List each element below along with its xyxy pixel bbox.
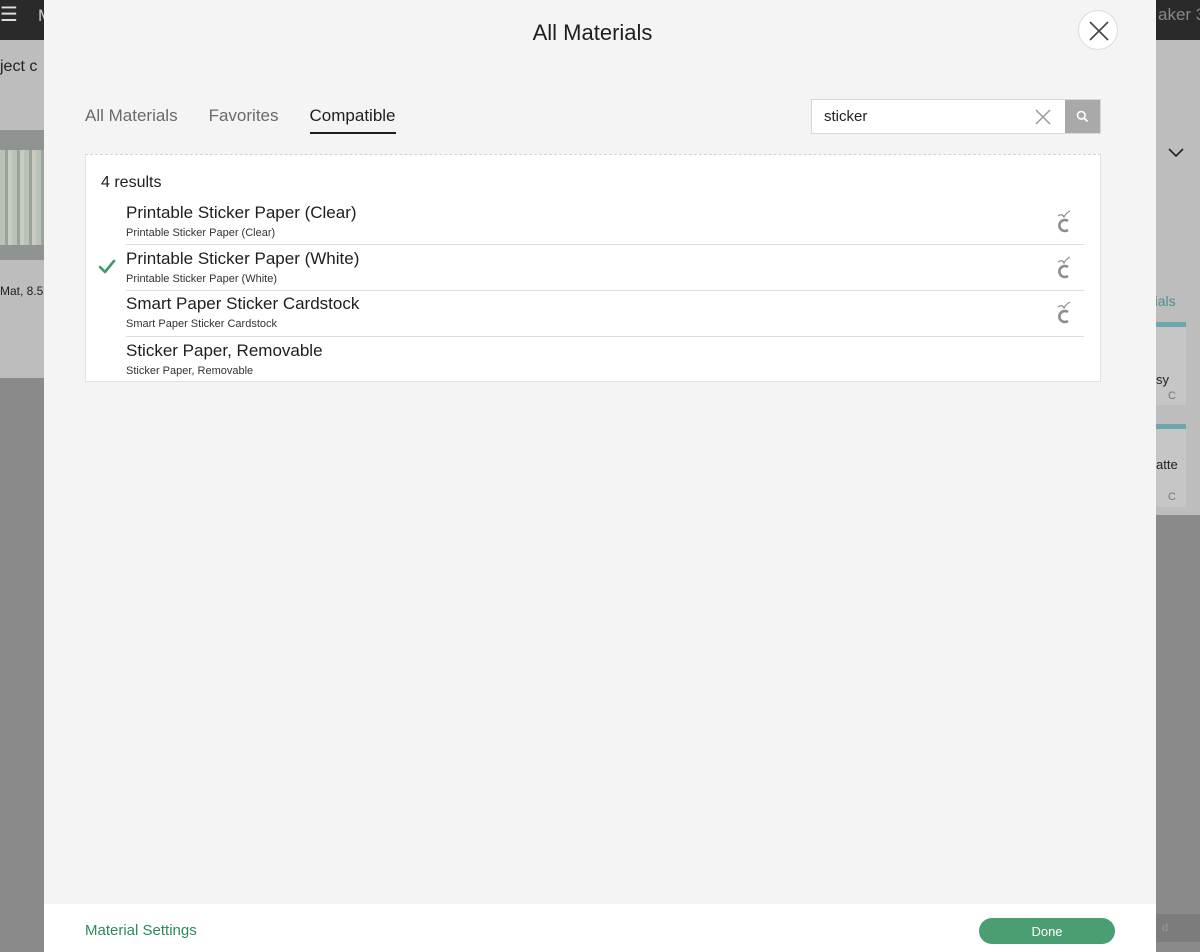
search-box: [811, 99, 1101, 134]
compatible-machine-icon: [1057, 301, 1071, 324]
material-title: Sticker Paper, Removable: [126, 341, 323, 360]
list-item[interactable]: Printable Sticker Paper (White) Printabl…: [98, 245, 1084, 290]
tab-favorites[interactable]: Favorites: [209, 106, 279, 132]
modal-footer: Material Settings Done: [44, 904, 1156, 952]
material-title: Printable Sticker Paper (Clear): [126, 203, 357, 222]
search-icon: [1076, 110, 1089, 123]
material-tabs: All Materials Favorites Compatible: [85, 106, 427, 134]
chevron-down-icon: [1168, 142, 1184, 163]
background-project-title: ject c: [0, 58, 38, 75]
material-title: Printable Sticker Paper (White): [126, 249, 360, 268]
material-subtitle: Printable Sticker Paper (Clear): [126, 227, 276, 239]
background-material-card-text: sy: [1156, 372, 1169, 387]
search-input[interactable]: [812, 100, 1051, 133]
background-material-card-code: C: [1168, 491, 1176, 503]
clear-search-icon[interactable]: [1034, 108, 1052, 126]
close-button[interactable]: [1078, 10, 1118, 50]
material-subtitle: Smart Paper Sticker Cardstock: [126, 318, 277, 330]
background-machine-label: aker 3: [1158, 5, 1200, 24]
background-bottom-button: d: [1156, 914, 1200, 942]
compatible-machine-icon: [1057, 210, 1071, 233]
tab-compatible[interactable]: Compatible: [309, 106, 396, 134]
close-icon: [1089, 21, 1109, 41]
list-item[interactable]: Sticker Paper, Removable Sticker Paper, …: [126, 337, 1084, 382]
search-button[interactable]: [1065, 100, 1100, 133]
background-mat-label: Mat, 8.5: [0, 284, 44, 298]
all-materials-modal: All Materials All Materials Favorites Co…: [44, 0, 1156, 952]
modal-title: All Materials: [532, 20, 653, 45]
results-list: 4 results Printable Sticker Paper (Clear…: [85, 154, 1101, 382]
results-count: 4 results: [101, 174, 162, 191]
material-subtitle: Sticker Paper, Removable: [126, 365, 254, 377]
hamburger-menu-icon: ☰: [0, 4, 18, 26]
compatible-machine-icon: [1057, 256, 1071, 279]
background-mat-preview: [0, 150, 44, 245]
tab-all-materials[interactable]: All Materials: [85, 106, 178, 132]
material-title: Smart Paper Sticker Cardstock: [126, 294, 360, 313]
done-button[interactable]: Done: [979, 918, 1115, 944]
check-icon: [98, 259, 116, 274]
material-subtitle: Printable Sticker Paper (White): [126, 273, 277, 285]
background-material-card-text: atte: [1156, 457, 1178, 472]
material-settings-link[interactable]: Material Settings: [85, 922, 197, 939]
background-material-card-code: C: [1168, 390, 1176, 402]
list-item[interactable]: Printable Sticker Paper (Clear) Printabl…: [126, 199, 1084, 244]
list-item[interactable]: Smart Paper Sticker Cardstock Smart Pape…: [126, 290, 1084, 335]
